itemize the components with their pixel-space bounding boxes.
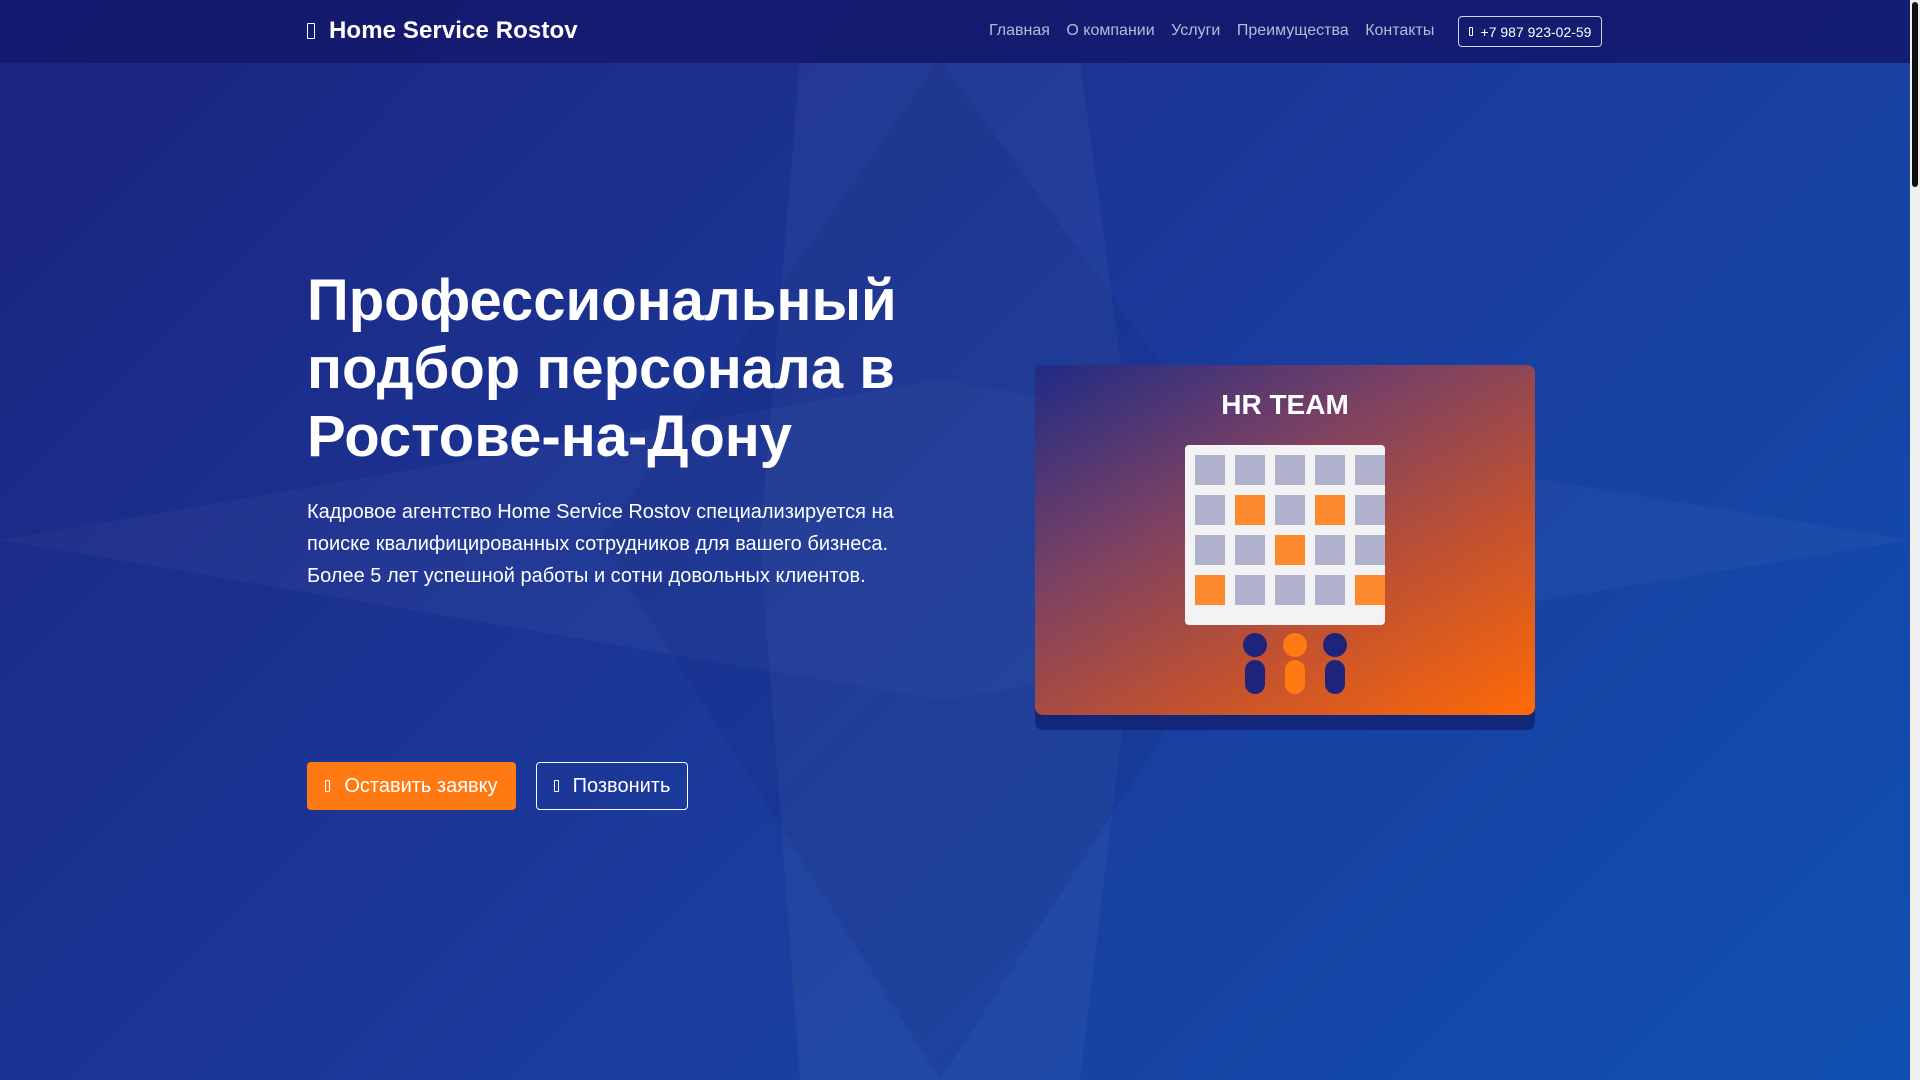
navbar: Home Service Rostov Главная О компании У… [0, 0, 1910, 63]
call-button[interactable]: Позвонить [536, 762, 688, 810]
background-decoration [600, 60, 1290, 1080]
hr-team-card: HR TEAM [1035, 365, 1535, 715]
phone-icon [1468, 27, 1473, 36]
page: Home Service Rostov Главная О компании У… [0, 0, 1910, 1080]
scrollbar-thumb[interactable] [1912, 2, 1918, 187]
nav-menu: Главная О компании Услуги Преимущества К… [989, 22, 1451, 40]
grid-cell [1195, 495, 1225, 525]
nav-phone-label: +7 987 923-02-59 [1480, 23, 1592, 40]
grid-cell [1275, 495, 1305, 525]
grid-cell [1275, 455, 1305, 485]
person-head [1283, 633, 1307, 657]
grid-cell [1355, 455, 1385, 485]
brand-name: Home Service Rostov [329, 17, 578, 44]
person-head [1323, 633, 1347, 657]
person-body [1245, 660, 1265, 694]
grid-cell [1195, 575, 1225, 605]
nav-link-contacts[interactable]: Контакты [1365, 22, 1434, 40]
grid-cell [1355, 495, 1385, 525]
grid-cell [1275, 575, 1305, 605]
nav-link-services[interactable]: Услуги [1171, 22, 1220, 40]
grid-cell [1315, 535, 1345, 565]
grid-cell [1235, 495, 1265, 525]
person-body [1285, 660, 1305, 694]
grid-cell [1235, 535, 1265, 565]
person-body [1325, 660, 1345, 694]
grid-cell [1355, 575, 1385, 605]
hr-team-title: HR TEAM [1221, 389, 1349, 420]
grid-cell [1315, 495, 1345, 525]
submit-request-label: Оставить заявку [344, 774, 498, 797]
nav-link-advantages[interactable]: Преимущества [1237, 22, 1349, 40]
hero-title: Профессиональный подбор персонала в Рост… [307, 268, 897, 469]
phone-icon [307, 23, 315, 39]
nav-link-about[interactable]: О компании [1066, 22, 1154, 40]
grid-cell [1275, 535, 1305, 565]
scrollbar[interactable] [1910, 0, 1920, 1080]
grid-cell [1355, 535, 1385, 565]
document-icon [325, 780, 331, 792]
submit-request-button[interactable]: Оставить заявку [307, 762, 516, 810]
person-head [1243, 633, 1267, 657]
grid-cell [1235, 575, 1265, 605]
grid-cell [1195, 455, 1225, 485]
phone-icon [553, 780, 559, 792]
brand-logo[interactable]: Home Service Rostov [307, 17, 578, 45]
call-label: Позвонить [572, 774, 671, 797]
hero-description: Кадровое агентство Home Service Rostov с… [307, 501, 894, 587]
grid-cell [1315, 575, 1345, 605]
grid-cell [1315, 455, 1345, 485]
nav-phone-button[interactable]: +7 987 923-02-59 [1458, 16, 1602, 47]
grid-cell [1195, 535, 1225, 565]
office-grid-illustration [1185, 445, 1385, 625]
grid-cell [1235, 455, 1265, 485]
nav-link-home[interactable]: Главная [989, 22, 1050, 40]
